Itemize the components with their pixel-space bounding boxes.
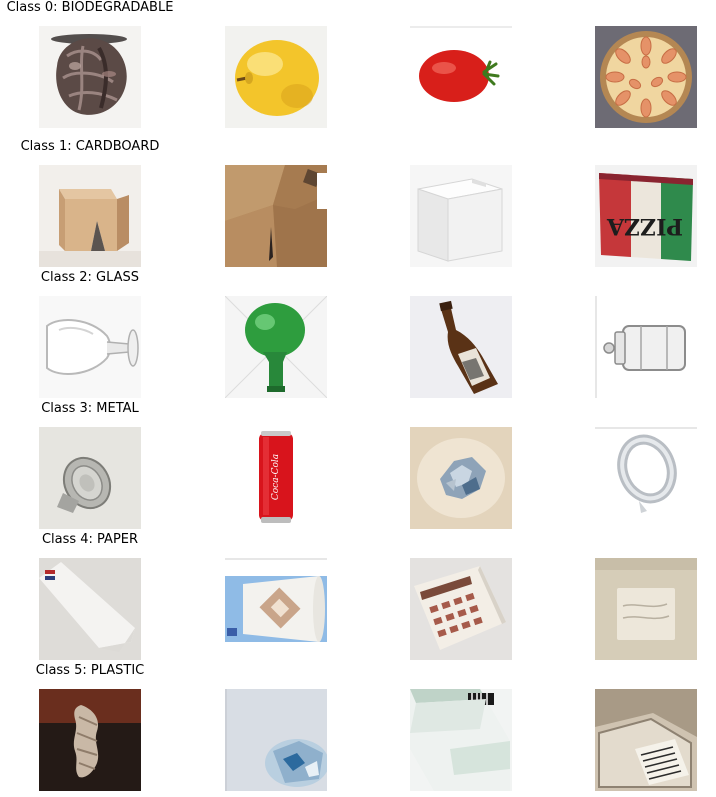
plastic-jug-image <box>410 689 512 791</box>
coca-cola-can-image: Coca-Cola <box>225 427 327 529</box>
crushed-tin-can-image <box>39 427 141 529</box>
plastic-container-image <box>595 689 697 791</box>
paper-bag-image <box>595 558 697 660</box>
can-logo-text: Coca-Cola <box>271 454 281 500</box>
brown-beer-bottle-image <box>410 296 512 398</box>
aluminum-foil-ring-image <box>595 427 697 529</box>
class-row-glass: Class 2: GLASS <box>0 270 716 401</box>
class-title: Class 0: BIODEGRADABLE <box>6 0 174 15</box>
glass-jar-image <box>595 296 697 398</box>
red-tomato-image <box>410 26 512 128</box>
white-carton-box-image <box>410 165 512 267</box>
shriveled-food-waste-image <box>39 26 141 128</box>
fruit-tart-image <box>595 26 697 128</box>
class-title: Class 5: PLASTIC <box>35 663 145 678</box>
wine-glass-image <box>39 296 141 398</box>
crushed-plastic-bottle-image <box>225 689 327 791</box>
class-row-biodegradable: Class 0: BIODEGRADABLE <box>0 0 716 131</box>
class-title: Class 2: GLASS <box>40 270 140 285</box>
paper-cup-image <box>225 558 327 660</box>
cardboard-box-closeup-image <box>225 165 327 267</box>
class-row-metal: Class 3: METAL Coca-Cola <box>0 401 716 532</box>
class-title: Class 3: METAL <box>41 401 139 416</box>
paper-catalog-image <box>410 558 512 660</box>
twisted-plastic-bottle-image <box>39 689 141 791</box>
class-row-paper: Class 4: PAPER <box>0 532 716 663</box>
pizza-box-lettering: PIZZA <box>606 213 683 239</box>
class-title: Class 4: PAPER <box>41 532 139 547</box>
class-row-plastic: Class 5: PLASTIC <box>0 663 716 794</box>
class-title: Class 1: CARDBOARD <box>20 139 160 154</box>
folded-cardboard-stand-image <box>39 165 141 267</box>
pizza-box-image: PIZZA <box>595 165 697 267</box>
yellow-apple-image <box>225 26 327 128</box>
green-glass-bottle-image <box>225 296 327 398</box>
aluminum-foil-ball-image <box>410 427 512 529</box>
class-sample-grid: { "rows": [ { "title": "Class 0: BIODEGR… <box>0 0 716 797</box>
paper-packet-image <box>39 558 141 660</box>
class-row-cardboard: Class 1: CARDBOARD PIZZA <box>0 139 716 270</box>
